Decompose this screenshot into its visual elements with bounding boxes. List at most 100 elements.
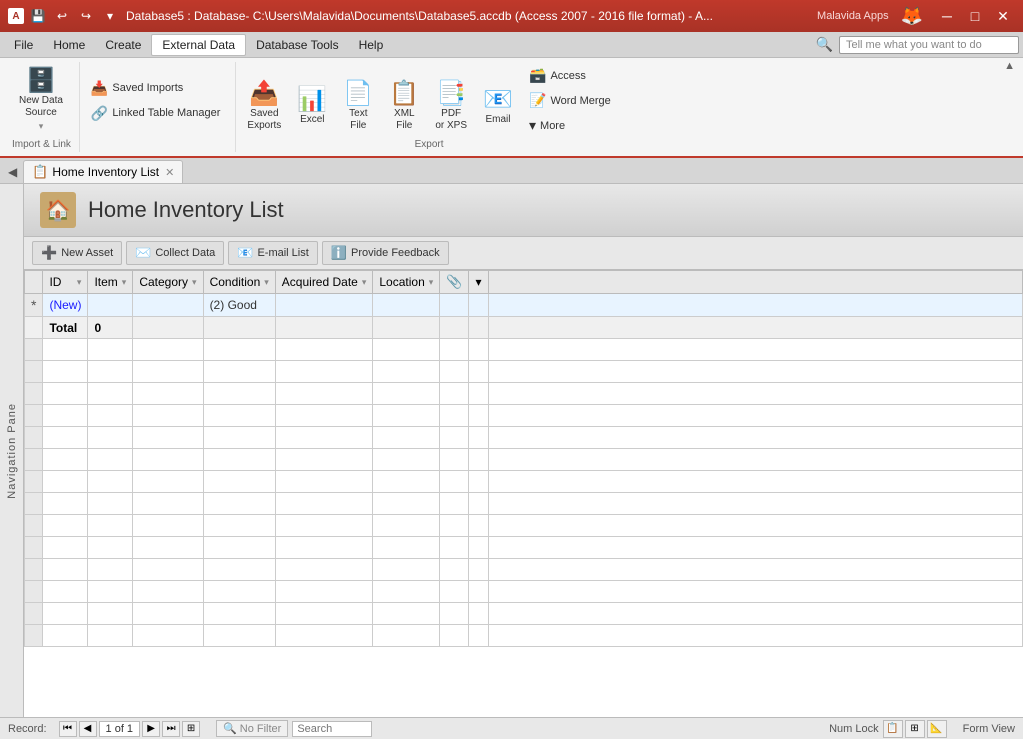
datasheet-view-button[interactable]: ⊞ — [905, 720, 925, 738]
saved-imports-label: Saved Imports — [112, 82, 183, 94]
total-category — [133, 317, 203, 339]
navigation-pane[interactable]: Navigation Pane — [0, 184, 24, 717]
col-header-condition[interactable]: Condition ▾ — [203, 271, 275, 294]
new-row-id[interactable]: (New) — [43, 294, 88, 317]
col-header-item[interactable]: Item ▾ — [88, 271, 133, 294]
menu-external-data[interactable]: External Data — [151, 34, 246, 56]
empty-row-6 — [25, 449, 1023, 471]
import-link-group-label — [84, 139, 227, 150]
empty-row-14 — [25, 625, 1023, 647]
empty-row-7 — [25, 471, 1023, 493]
tab-close-button[interactable]: ✕ — [165, 166, 174, 179]
record-prev-button[interactable]: ◀ — [79, 721, 97, 737]
menu-bar: File Home Create External Data Database … — [0, 32, 1023, 58]
word-merge-icon: 📝 — [529, 92, 546, 109]
new-asset-icon: ➕ — [41, 245, 57, 261]
col-header-extra[interactable]: ▾ — [469, 271, 488, 294]
pdf-icon: 📑 — [436, 82, 466, 106]
tab-home-inventory[interactable]: 📋 Home Inventory List ✕ — [23, 160, 183, 183]
attachment-icon: 📎 — [446, 274, 462, 289]
filter-label: No Filter — [240, 723, 282, 735]
tab-nav-left[interactable]: ◀ — [4, 163, 21, 181]
record-last-button[interactable]: ⏭ — [162, 721, 180, 737]
customize-qa-button[interactable]: ▾ — [100, 6, 120, 26]
provide-feedback-button[interactable]: ℹ️ Provide Feedback — [322, 241, 449, 265]
col-header-acquired-date[interactable]: Acquired Date ▾ — [275, 271, 373, 294]
menu-database-tools[interactable]: Database Tools — [246, 35, 349, 55]
new-row-attachment[interactable] — [440, 294, 469, 317]
col-header-attachment[interactable]: 📎 — [440, 271, 469, 294]
form-view-button[interactable]: 📋 — [883, 720, 903, 738]
layout-view-button[interactable]: 📐 — [927, 720, 947, 738]
maximize-button[interactable]: □ — [963, 6, 987, 26]
row-selector-header — [25, 271, 43, 294]
record-next-button[interactable]: ▶ — [142, 721, 160, 737]
xml-file-button[interactable]: 📋 XMLFile — [382, 77, 426, 137]
num-lock-indicator: Num Lock — [829, 723, 879, 735]
column-header-row: ID ▾ Item ▾ — [25, 271, 1023, 294]
ribbon: 🗄️ New DataSource ▾ Import & Link 📥 Save… — [0, 58, 1023, 158]
col-header-id[interactable]: ID ▾ — [43, 271, 88, 294]
tell-me-search[interactable]: Tell me what you want to do — [839, 36, 1019, 54]
access-icon: 🗃️ — [529, 67, 546, 84]
menu-create[interactable]: Create — [95, 35, 151, 55]
col-header-category[interactable]: Category ▾ — [133, 271, 203, 294]
feedback-icon: ℹ️ — [331, 245, 347, 261]
form-header: 🏠 Home Inventory List — [24, 184, 1023, 237]
new-row-condition[interactable]: (2) Good — [203, 294, 275, 317]
filter-button[interactable]: 🔍 No Filter — [216, 720, 288, 737]
empty-row-1 — [25, 339, 1023, 361]
email-button[interactable]: 📧 Email — [476, 77, 520, 137]
collect-data-button[interactable]: ✉️ Collect Data — [126, 241, 224, 265]
category-sort-icon: ▾ — [192, 277, 197, 288]
saved-exports-icon: 📤 — [249, 82, 279, 106]
new-row-extra[interactable] — [469, 294, 488, 317]
access-label: Access — [550, 70, 585, 82]
more-button[interactable]: ▾ More — [522, 114, 618, 137]
more-label: More — [540, 120, 565, 132]
datasheet[interactable]: ID ▾ Item ▾ — [24, 270, 1023, 717]
new-asset-button[interactable]: ➕ New Asset — [32, 241, 122, 265]
total-attachment — [440, 317, 469, 339]
email-icon: 📧 — [483, 88, 513, 112]
col-header-location[interactable]: Location ▾ — [373, 271, 440, 294]
new-row-indicator: * — [25, 294, 43, 317]
new-row-acquired[interactable] — [275, 294, 373, 317]
email-list-button[interactable]: 📧 E-mail List — [228, 241, 318, 265]
record-new-button[interactable]: ⊞ — [182, 721, 200, 737]
new-data-source-button[interactable]: 🗄️ New DataSource ▾ — [12, 64, 70, 137]
database-icon: 🗄️ — [26, 69, 56, 93]
record-label: Record: — [8, 723, 47, 735]
menu-home[interactable]: Home — [43, 35, 95, 55]
close-button[interactable]: ✕ — [991, 6, 1015, 26]
record-first-button[interactable]: ⏮ — [59, 721, 77, 737]
linked-table-manager-button[interactable]: 🔗 Linked Table Manager — [84, 102, 227, 125]
access-button[interactable]: 🗃️ Access — [522, 64, 618, 87]
menu-file[interactable]: File — [4, 35, 43, 55]
undo-button[interactable]: ↩ — [52, 6, 72, 26]
search-input[interactable] — [292, 721, 372, 737]
extra-icon: ▾ — [475, 275, 481, 289]
saved-imports-button[interactable]: 📥 Saved Imports — [84, 77, 227, 100]
new-row-category[interactable] — [133, 294, 203, 317]
word-merge-button[interactable]: 📝 Word Merge — [522, 89, 618, 112]
form-toolbar: ➕ New Asset ✉️ Collect Data 📧 E-mail Lis… — [24, 237, 1023, 270]
excel-button[interactable]: 📊 Excel — [290, 77, 334, 137]
redo-button[interactable]: ↪ — [76, 6, 96, 26]
total-condition — [203, 317, 275, 339]
new-row-spacer — [488, 294, 1023, 317]
menu-help[interactable]: Help — [349, 35, 394, 55]
saved-exports-button[interactable]: 📤 SavedExports — [240, 77, 288, 137]
minimize-button[interactable]: ─ — [935, 6, 959, 26]
filter-icon: 🔍 — [223, 722, 237, 735]
save-button[interactable]: 💾 — [28, 6, 48, 26]
empty-row-8 — [25, 493, 1023, 515]
new-row-location[interactable] — [373, 294, 440, 317]
pdf-xps-button[interactable]: 📑 PDFor XPS — [428, 77, 474, 137]
word-merge-label: Word Merge — [550, 95, 610, 107]
new-row-item[interactable] — [88, 294, 133, 317]
text-file-button[interactable]: 📄 TextFile — [336, 77, 380, 137]
new-record-row[interactable]: * (New) (2) Good — [25, 294, 1023, 317]
nav-pane-label: Navigation Pane — [6, 403, 18, 499]
ribbon-collapse-button[interactable]: ▲ — [1004, 60, 1015, 72]
